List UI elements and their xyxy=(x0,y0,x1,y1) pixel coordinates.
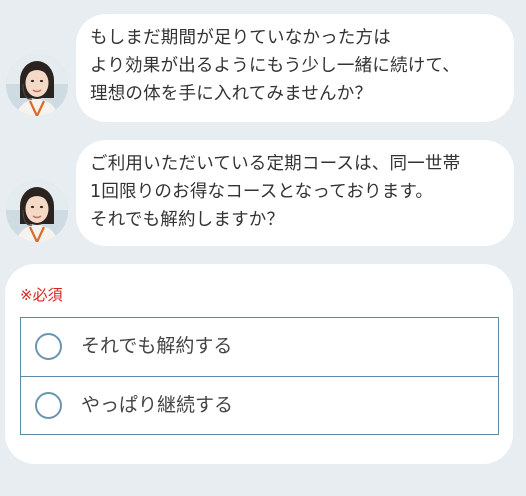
operator-avatar xyxy=(6,180,68,242)
operator-avatar-icon xyxy=(6,54,68,116)
message-line: より効果が出るようにもう少し一緒に続けて、 xyxy=(90,56,460,76)
message-line: 1回限りのお得なコースとなっております。 xyxy=(90,182,434,202)
chat-bubble: もしまだ期間が足りていなかった方は より効果が出るようにもう少し一緒に続けて、 … xyxy=(76,14,514,122)
message-line: もしまだ期間が足りていなかった方は xyxy=(90,28,391,48)
operator-avatar-icon xyxy=(6,180,68,242)
message-line: それでも解約しますか？ xyxy=(90,210,285,230)
required-label: ※必須 xyxy=(20,286,63,304)
option-label: やっぱり継続する xyxy=(81,394,234,416)
choice-form-card: ※必須 それでも解約する やっぱり継続する xyxy=(5,264,513,464)
message-line: ご利用いただいている定期コースは、同一世帯 xyxy=(90,154,461,174)
radio-group: それでも解約する やっぱり継続する xyxy=(20,317,499,435)
chat-bubble: ご利用いただいている定期コースは、同一世帯 1回限りのお得なコースとなっておりま… xyxy=(76,140,514,246)
radio-button-icon[interactable] xyxy=(35,392,62,419)
operator-avatar xyxy=(6,54,68,116)
option-continue[interactable]: やっぱり継続する xyxy=(21,376,498,434)
option-label: それでも解約する xyxy=(81,335,233,357)
radio-button-icon[interactable] xyxy=(35,333,62,360)
message-line: 理想の体を手に入れてみませんか？ xyxy=(90,84,373,104)
option-cancel[interactable]: それでも解約する xyxy=(21,318,498,376)
